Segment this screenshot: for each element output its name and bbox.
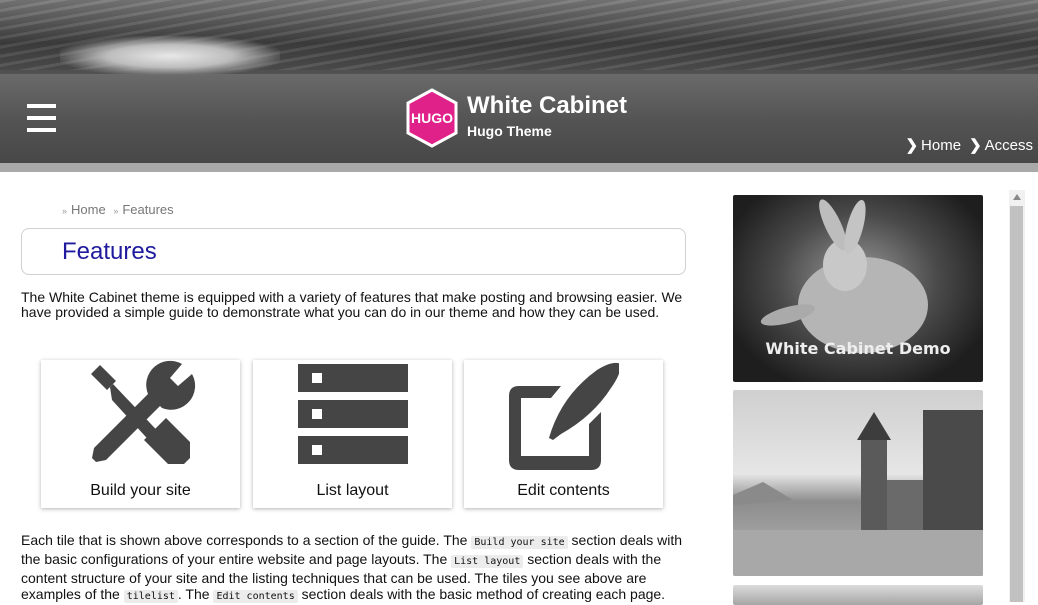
tools-icon: [91, 360, 196, 464]
nav-label: Home: [921, 137, 962, 154]
tile-label: Edit contents: [517, 482, 610, 499]
sidebar-image-caption: White Cabinet Demo: [765, 339, 951, 358]
breadcrumb-separator-icon: »: [62, 206, 68, 216]
site-subtitle: Hugo Theme: [467, 123, 552, 139]
menu-hamburger-icon[interactable]: [27, 104, 56, 132]
nav-label: Access: [984, 137, 1033, 154]
site-header: HUGO White Cabinet Hugo Theme ❯ Home ❯ Acc…: [0, 0, 1038, 172]
sidebar-image-rabbit[interactable]: White Cabinet Demo: [733, 195, 983, 382]
inline-code: Edit contents: [213, 590, 298, 603]
tile-label: Build your site: [90, 482, 191, 499]
text-run: Each tile that is shown above correspond…: [21, 532, 472, 548]
tile-build-your-site[interactable]: Build your site: [41, 360, 240, 508]
edit-quill-icon: [509, 362, 619, 470]
chevron-right-icon: ❯: [905, 137, 919, 154]
tile-edit-contents[interactable]: Edit contents: [464, 360, 663, 508]
tile-list-layout[interactable]: List layout: [253, 360, 452, 508]
scrollbar-thumb[interactable]: [1010, 206, 1023, 602]
server-list-icon: [298, 364, 408, 464]
site-title[interactable]: White Cabinet: [467, 92, 627, 120]
hugo-logo[interactable]: HUGO: [404, 88, 460, 148]
castle-photo: [733, 410, 983, 576]
scroll-up-arrow-icon[interactable]: [1013, 194, 1021, 200]
breadcrumb: » Home » Features: [58, 202, 174, 217]
inline-code: Build your site: [471, 536, 568, 549]
text-run: section deals with the basic method of c…: [297, 586, 666, 602]
header-wave-highlight: [60, 36, 280, 76]
guide-paragraph: Each tile that is shown above correspond…: [21, 532, 691, 605]
page-title: Features: [62, 238, 157, 265]
page-title-box: Features: [21, 228, 686, 275]
tile-label: List layout: [316, 482, 389, 499]
nav-item-access[interactable]: ❯ Access: [969, 136, 1033, 154]
top-navigation: ❯ Home ❯ Access: [905, 136, 1033, 154]
sidebar-image-third[interactable]: [733, 585, 983, 605]
nav-item-home[interactable]: ❯ Home: [905, 136, 961, 154]
sidebar-image-castle[interactable]: [733, 390, 983, 576]
intro-paragraph: The White Cabinet theme is equipped with…: [21, 289, 683, 320]
logo-text: HUGO: [411, 110, 453, 126]
inline-code: List layout: [451, 555, 524, 568]
page-scrollbar[interactable]: [1009, 190, 1025, 602]
chevron-right-icon: ❯: [969, 137, 982, 154]
text-run: . The: [177, 586, 214, 602]
breadcrumb-separator-icon: »: [113, 206, 119, 216]
inline-code: tilelist: [123, 590, 178, 603]
breadcrumb-current: Features: [122, 202, 174, 217]
header-bottom-strip: [0, 163, 1038, 172]
breadcrumb-home-link[interactable]: Home: [71, 202, 106, 217]
